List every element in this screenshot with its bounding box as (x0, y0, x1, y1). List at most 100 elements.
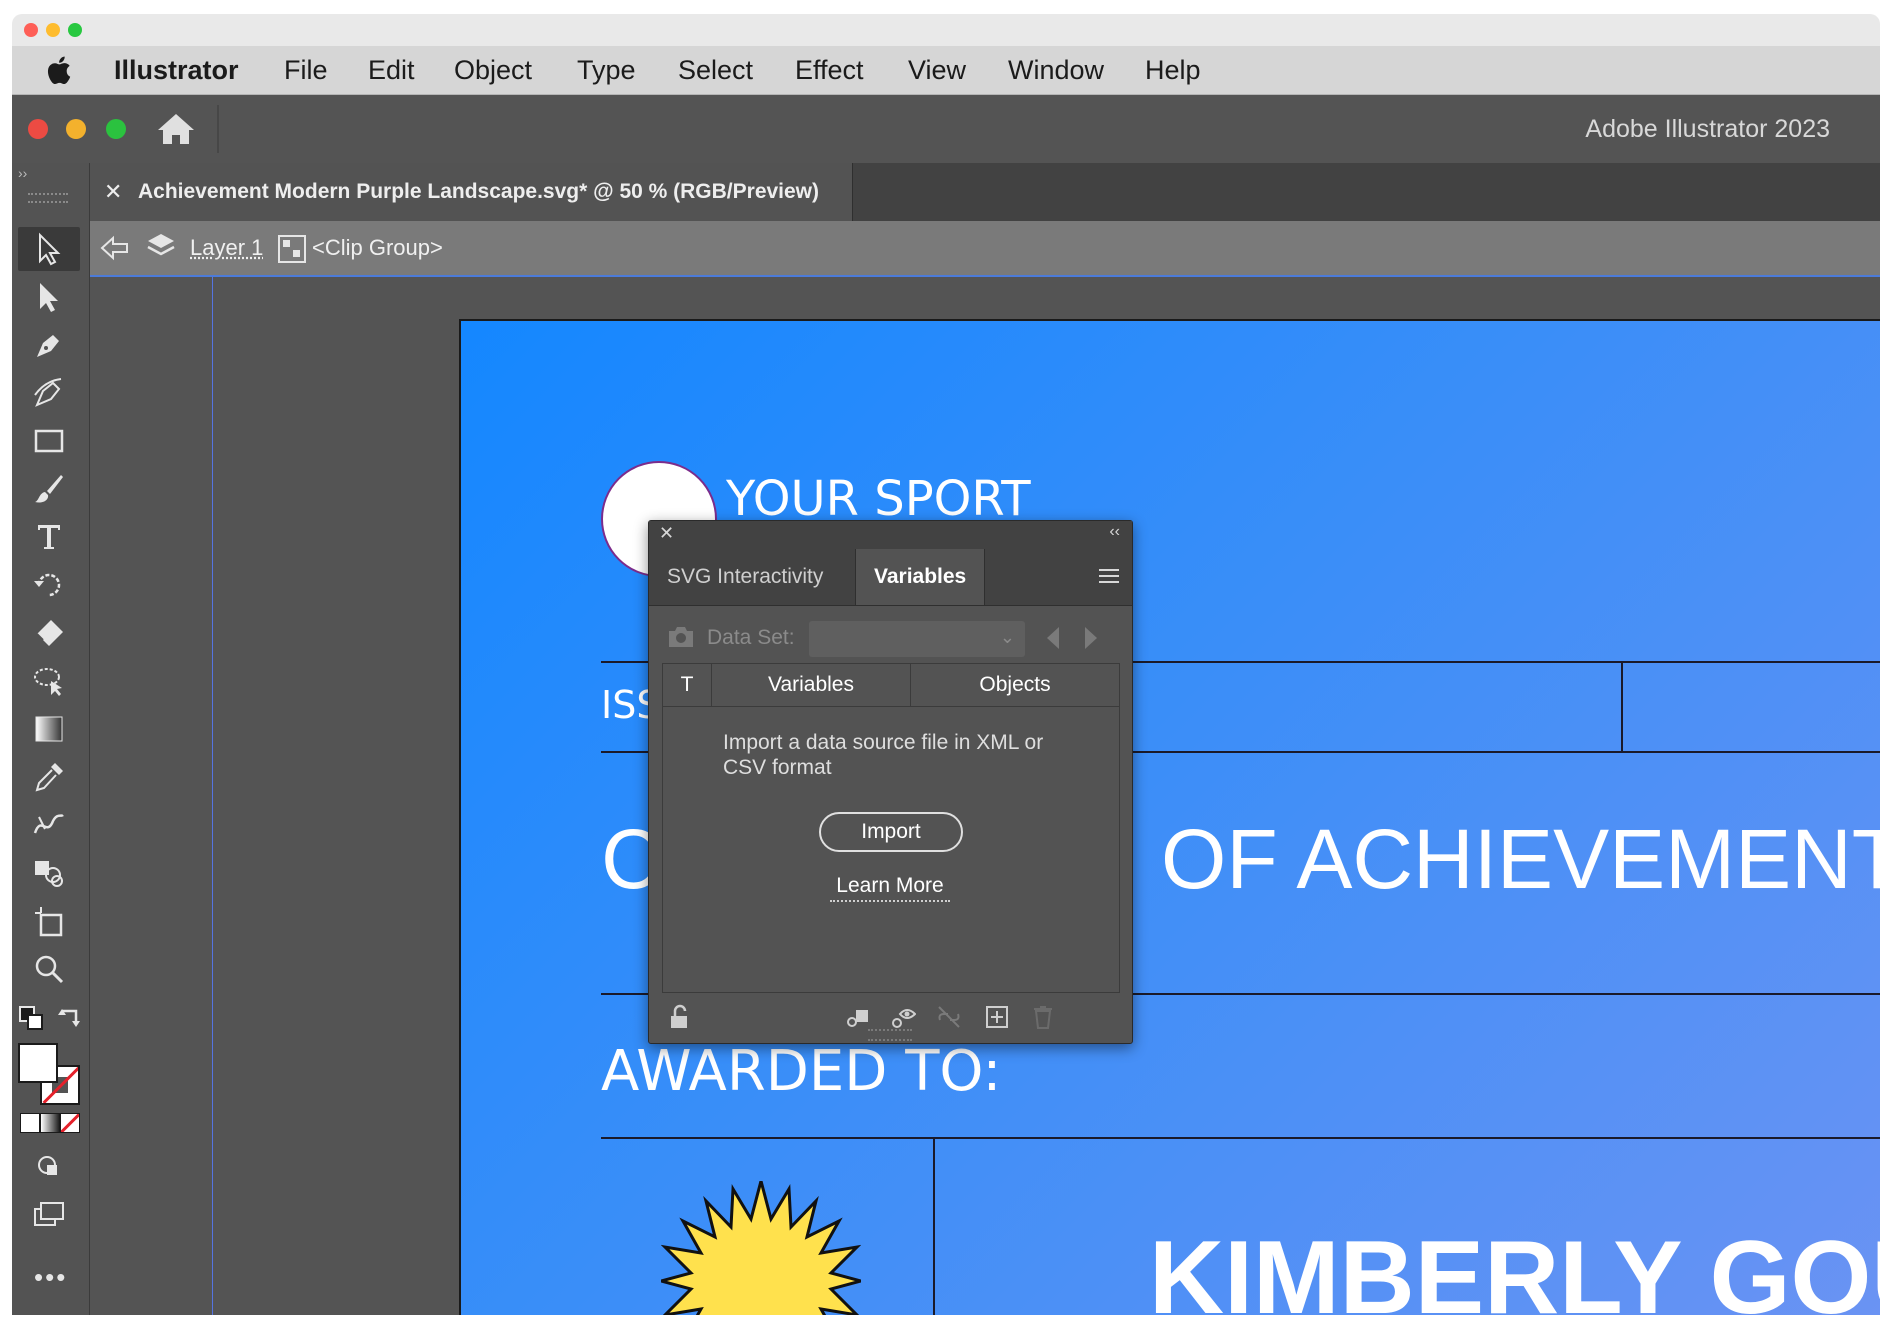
column-type[interactable]: T (663, 664, 712, 706)
eyedropper-tool-icon[interactable] (18, 755, 80, 799)
menu-app-name[interactable]: Illustrator (114, 46, 239, 94)
type-tool-icon[interactable] (18, 515, 80, 559)
chevron-down-icon: ⌄ (999, 627, 1015, 647)
width-tool-icon[interactable] (18, 803, 80, 847)
header-divider (217, 105, 219, 153)
clip-group-icon (278, 235, 306, 263)
awarded-to-text[interactable]: AWARDED TO: (601, 1039, 1001, 1104)
panel-tab-strip: SVG Interactivity Variables (649, 549, 1132, 606)
screen-mode-icon[interactable] (18, 1193, 80, 1237)
variables-table-header: T Variables Objects (663, 664, 1119, 707)
artboard-tool-icon[interactable] (18, 899, 80, 943)
selection-tool-icon[interactable] (18, 227, 80, 271)
app-close-button[interactable] (28, 119, 48, 139)
shape-builder-tool-icon[interactable] (18, 851, 80, 895)
column-variables[interactable]: Variables (712, 664, 911, 706)
breadcrumb-layer[interactable]: Layer 1 (190, 221, 263, 275)
outer-window-titlebar (12, 14, 1880, 46)
menu-type[interactable]: Type (577, 46, 636, 94)
menu-view[interactable]: View (908, 46, 966, 94)
edit-toolbar-icon[interactable]: ••• (34, 1264, 67, 1290)
collapse-toolbar-icon[interactable]: ›› (18, 165, 27, 181)
apple-icon[interactable] (44, 54, 74, 86)
menu-select[interactable]: Select (678, 46, 753, 94)
draw-mode-icon[interactable] (18, 1145, 80, 1189)
variables-panel[interactable]: ✕ ‹‹ SVG Interactivity Variables Data Se… (648, 520, 1133, 1044)
rule-line-4 (601, 1137, 1880, 1139)
swap-fill-stroke-icon[interactable] (56, 1005, 84, 1033)
next-dataset-icon[interactable] (1081, 625, 1101, 651)
make-visibility-dynamic-icon[interactable] (889, 1003, 917, 1031)
gradient-mode-icon[interactable] (40, 1113, 60, 1133)
tools-panel: ›› ••• (12, 163, 90, 1315)
zoom-tool-icon[interactable] (18, 947, 80, 991)
import-button[interactable]: Import (819, 812, 963, 852)
color-mode-buttons[interactable] (20, 1113, 80, 1133)
menu-edit[interactable]: Edit (368, 46, 415, 94)
home-icon[interactable] (156, 111, 196, 147)
delete-variable-icon[interactable] (1029, 1003, 1057, 1031)
paintbrush-tool-icon[interactable] (18, 467, 80, 511)
panel-close-icon[interactable]: ✕ (659, 523, 674, 544)
outer-close-button[interactable] (24, 23, 38, 37)
variables-table: T Variables Objects Import a data source… (662, 663, 1120, 993)
capture-dataset-icon[interactable] (667, 625, 695, 649)
tab-variables[interactable]: Variables (855, 549, 986, 605)
none-mode-icon[interactable] (60, 1113, 80, 1133)
app-header-bar: Adobe Illustrator 2023 (12, 95, 1880, 163)
learn-more-link[interactable]: Learn More (830, 874, 950, 902)
outer-zoom-button[interactable] (68, 23, 82, 37)
recipient-name-text[interactable]: KIMBERLY GOU (1149, 1219, 1880, 1315)
new-variable-icon[interactable] (983, 1003, 1011, 1031)
previous-dataset-icon[interactable] (1043, 625, 1063, 651)
rule-vline-2 (933, 1137, 935, 1315)
direct-selection-tool-icon[interactable] (18, 275, 80, 319)
curvature-tool-icon[interactable] (18, 371, 80, 415)
make-object-dynamic-icon[interactable] (843, 1003, 871, 1031)
isolation-breadcrumb-bar: Layer 1 <Clip Group> (90, 221, 1880, 277)
outer-minimize-button[interactable] (46, 23, 60, 37)
heading-right-text[interactable]: OF ACHIEVEMENT (1161, 811, 1880, 908)
app-title: Adobe Illustrator 2023 (1585, 115, 1830, 143)
default-fill-stroke-icon[interactable] (18, 1005, 46, 1033)
lasso-tool-icon[interactable] (18, 659, 80, 703)
tab-svg-interactivity[interactable]: SVG Interactivity (649, 549, 841, 605)
color-mode-icon[interactable] (20, 1113, 40, 1133)
unlock-icon[interactable] (665, 1003, 693, 1031)
rectangle-tool-icon[interactable] (18, 419, 80, 463)
dataset-row: Data Set: ⌄ (649, 605, 1132, 671)
document-tab-title: Achievement Modern Purple Landscape.svg*… (138, 180, 820, 203)
dataset-select[interactable]: ⌄ (809, 621, 1025, 657)
close-tab-icon[interactable]: ✕ (104, 163, 122, 221)
rotate-tool-icon[interactable] (18, 563, 80, 607)
sunburst-badge[interactable] (655, 1175, 867, 1315)
unbind-variable-icon[interactable] (935, 1003, 963, 1031)
panel-resize-grip[interactable] (868, 1029, 912, 1041)
fill-swatch[interactable] (18, 1043, 58, 1083)
menu-bar: Illustrator File Edit Object Type Select… (12, 46, 1880, 95)
menu-window[interactable]: Window (1008, 46, 1104, 94)
dataset-label: Data Set: (707, 626, 795, 649)
panel-title-strip[interactable]: ✕ ‹‹ (649, 521, 1132, 549)
eraser-tool-icon[interactable] (18, 611, 80, 655)
column-objects[interactable]: Objects (911, 664, 1119, 706)
panel-collapse-icon[interactable]: ‹‹ (1109, 523, 1120, 541)
menu-file[interactable]: File (284, 46, 328, 94)
document-tab[interactable]: ✕ Achievement Modern Purple Landscape.sv… (90, 163, 853, 221)
panel-menu-icon[interactable] (1098, 567, 1120, 585)
fill-stroke-swatches[interactable] (18, 1043, 80, 1105)
guide-line (212, 277, 213, 1315)
back-arrow-icon[interactable] (100, 234, 130, 262)
gradient-tool-icon[interactable] (18, 707, 80, 751)
pen-tool-icon[interactable] (18, 323, 80, 367)
layers-icon (146, 231, 176, 263)
app-minimize-button[interactable] (66, 119, 86, 139)
menu-effect[interactable]: Effect (795, 46, 864, 94)
menu-object[interactable]: Object (454, 46, 532, 94)
toolbar-grip[interactable] (28, 193, 68, 203)
sport-text[interactable]: YOUR SPORT (726, 471, 1031, 527)
document-tab-bar: ✕ Achievement Modern Purple Landscape.sv… (90, 163, 1880, 221)
app-zoom-button[interactable] (106, 119, 126, 139)
import-message: Import a data source file in XML or CSV … (723, 731, 1044, 779)
menu-help[interactable]: Help (1145, 46, 1201, 94)
